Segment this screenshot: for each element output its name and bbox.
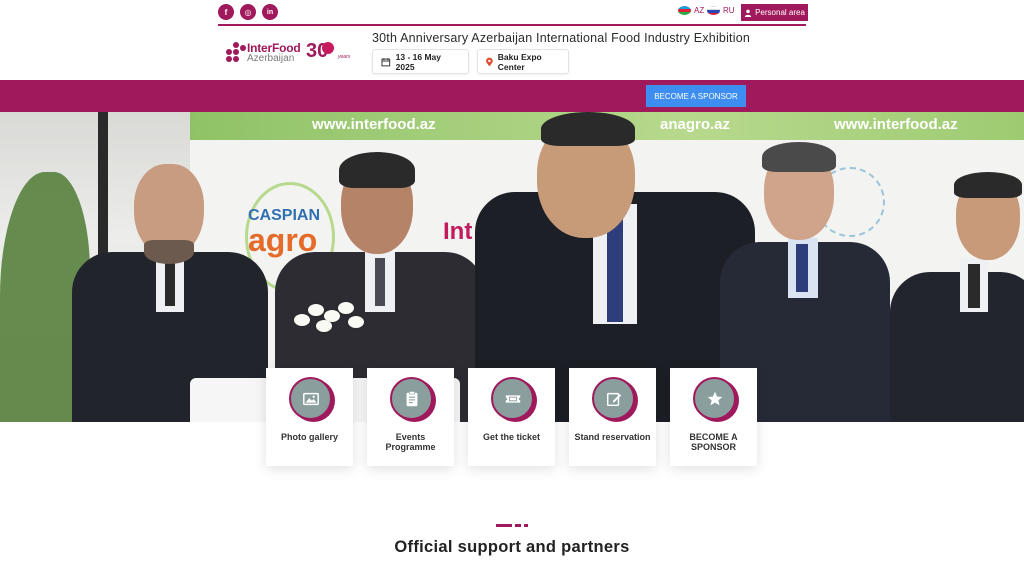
header-divider xyxy=(218,24,806,26)
quick-links: Photo gallery Events Programme Get the t… xyxy=(266,368,757,466)
main-navbar xyxy=(0,80,1024,112)
nav-for-visitors-label: For Visitors xyxy=(397,11,438,20)
card-become-sponsor-label: BECOME A SPONSOR xyxy=(689,432,738,452)
language-az-label: AZ xyxy=(694,6,705,15)
ticket-icon xyxy=(491,377,534,420)
edit-icon xyxy=(592,377,635,420)
logo-years: years xyxy=(338,54,351,60)
banner-text-left: www.interfood.az xyxy=(312,116,436,133)
language-az[interactable]: AZ xyxy=(678,6,704,15)
card-get-ticket-label: Get the ticket xyxy=(482,432,540,442)
logo-subtitle: Azerbaijan xyxy=(247,53,295,64)
calendar-icon xyxy=(381,57,391,66)
nav-feedback-label: Feedback xyxy=(604,11,640,20)
banner-text-right: www.interfood.az xyxy=(834,116,958,133)
become-sponsor-button[interactable]: BECOME A SPONSOR xyxy=(646,85,746,107)
location-pin-icon xyxy=(486,57,493,66)
nav-media-centre[interactable]: Media Centre ▼ xyxy=(452,11,507,20)
chevron-down-icon: ▼ xyxy=(386,13,392,19)
event-date: 13 - 16 May 2025 xyxy=(372,49,469,74)
card-stand-reservation-label: Stand reservation xyxy=(574,432,651,442)
russia-flag-icon xyxy=(707,6,720,15)
flower-bouquet xyxy=(290,300,370,340)
nav-media-centre-label: Media Centre xyxy=(452,11,501,20)
event-date-label: 13 - 16 May 2025 xyxy=(395,51,442,72)
nav-organiser-label: Organiser xyxy=(556,11,592,20)
chevron-down-icon: ▼ xyxy=(439,13,445,19)
section-divider xyxy=(496,524,530,527)
user-icon xyxy=(744,9,752,17)
nav-for-exhibitors[interactable]: For Exhibitors ▼ xyxy=(335,11,391,20)
nav-exhibition-label: Exhibition xyxy=(286,11,321,20)
interfood-logo[interactable]: InterFood Azerbaijan 30 years xyxy=(226,40,354,68)
section-title: Official support and partners xyxy=(394,538,630,556)
nav-for-visitors[interactable]: For Visitors ▼ xyxy=(397,11,444,20)
clipboard-icon xyxy=(390,377,433,420)
nav-services-label: Services xyxy=(512,11,543,20)
card-get-ticket[interactable]: Get the ticket xyxy=(468,368,555,466)
nav-services[interactable]: Services ▼ xyxy=(512,11,550,20)
card-photo-gallery[interactable]: Photo gallery xyxy=(266,368,353,466)
chevron-down-icon: ▼ xyxy=(593,13,599,19)
person-5 xyxy=(890,172,1024,422)
chevron-down-icon: ▼ xyxy=(322,13,328,19)
logo-dots-icon xyxy=(226,42,246,62)
personal-area-button[interactable]: Personal area xyxy=(741,4,808,21)
star-icon xyxy=(693,377,736,420)
personal-area-label: Personal area xyxy=(755,8,805,17)
event-venue: Baku Expo Center xyxy=(477,49,569,74)
facebook-icon[interactable]: f xyxy=(218,4,234,20)
image-icon xyxy=(289,377,332,420)
language-ru-label: RU xyxy=(723,6,735,15)
event-venue-label: Baku Expo Center xyxy=(497,51,542,72)
language-ru[interactable]: RU xyxy=(707,6,735,15)
nav-exhibition[interactable]: Exhibition ▼ xyxy=(286,11,328,20)
nav-organiser[interactable]: Organiser ▼ xyxy=(556,11,598,20)
pomegranate-icon xyxy=(322,42,334,54)
card-events-programme-label: Events Programme xyxy=(385,432,436,452)
chevron-down-icon: ▼ xyxy=(502,13,507,19)
card-events-programme[interactable]: Events Programme xyxy=(367,368,454,466)
nav-for-exhibitors-label: For Exhibitors xyxy=(335,11,385,20)
azerbaijan-flag-icon xyxy=(678,6,691,15)
card-stand-reservation[interactable]: Stand reservation xyxy=(569,368,656,466)
linkedin-icon[interactable]: in xyxy=(262,4,278,20)
instagram-icon[interactable]: ◎ xyxy=(240,4,256,20)
social-links: f ◎ in xyxy=(218,4,278,20)
page-headline: 30th Anniversary Azerbaijan Internationa… xyxy=(372,31,751,45)
nav-feedback[interactable]: Feedback xyxy=(604,11,639,20)
chevron-down-icon: ▼ xyxy=(544,13,550,19)
card-photo-gallery-label: Photo gallery xyxy=(280,432,338,442)
card-become-sponsor[interactable]: BECOME A SPONSOR xyxy=(670,368,757,466)
